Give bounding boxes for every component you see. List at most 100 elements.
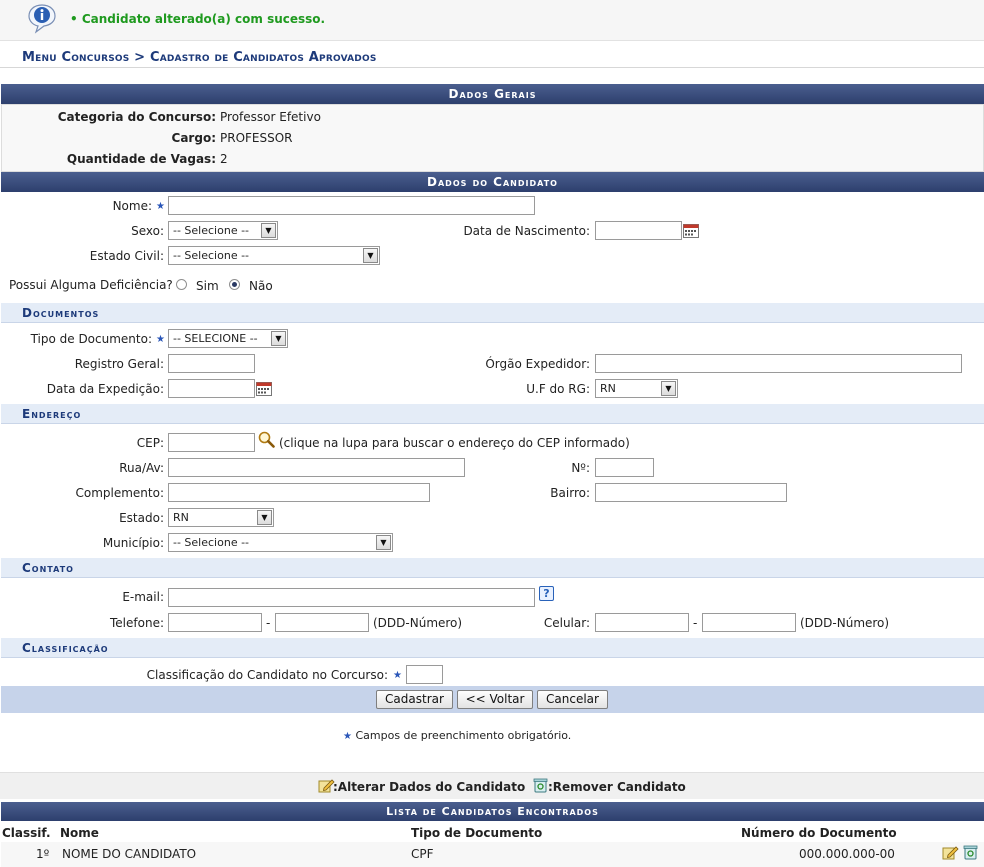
vagas-value: 2 bbox=[220, 152, 228, 166]
help-icon[interactable]: ? bbox=[539, 586, 554, 601]
section-header-dados-gerais: Dados Gerais bbox=[1, 84, 984, 104]
numero-input[interactable] bbox=[595, 458, 654, 477]
required-star-icon: ★ bbox=[156, 334, 165, 345]
cadastrar-button[interactable]: Cadastrar bbox=[376, 690, 453, 709]
telefone-numero-input[interactable] bbox=[275, 613, 369, 632]
tipo-documento-select[interactable]: -- SELECIONE -- ▼ bbox=[168, 329, 288, 348]
legend-remover: :Remover Candidato bbox=[548, 780, 686, 794]
deficiencia-sim-radio[interactable] bbox=[176, 279, 187, 290]
numero-label: Nº: bbox=[571, 461, 590, 475]
rua-label: Rua/Av: bbox=[119, 461, 164, 475]
chevron-down-icon: ▼ bbox=[261, 223, 276, 238]
breadcrumb: Menu Concursos > Cadastro de Candidatos … bbox=[22, 50, 377, 65]
chevron-down-icon: ▼ bbox=[363, 248, 378, 263]
classificacao-input[interactable] bbox=[406, 665, 443, 684]
trash-icon[interactable] bbox=[963, 844, 978, 860]
chevron-down-icon: ▼ bbox=[257, 510, 272, 525]
cep-input[interactable] bbox=[168, 433, 255, 452]
rua-input[interactable] bbox=[168, 458, 465, 477]
celular-numero-input[interactable] bbox=[702, 613, 796, 632]
categoria-label: Categoria do Concurso: bbox=[57, 110, 216, 124]
chevron-down-icon: ▼ bbox=[271, 331, 286, 346]
trash-icon bbox=[533, 778, 548, 793]
required-star-icon: ★ bbox=[393, 670, 402, 681]
sexo-label: Sexo: bbox=[131, 224, 164, 238]
celular-hint: (DDD-Número) bbox=[800, 616, 890, 630]
column-header-nome: Nome bbox=[60, 826, 99, 840]
telefone-ddd-input[interactable] bbox=[168, 613, 262, 632]
complemento-label: Complemento: bbox=[75, 486, 164, 500]
cep-label: CEP: bbox=[136, 436, 164, 450]
section-header-lista: Lista de Candidatos Encontrados bbox=[1, 802, 984, 821]
celular-ddd-input[interactable] bbox=[595, 613, 689, 632]
email-label: E-mail: bbox=[122, 590, 164, 604]
calendar-icon[interactable] bbox=[256, 381, 272, 396]
vagas-label: Quantidade de Vagas: bbox=[66, 152, 216, 166]
required-star-icon: ★ bbox=[343, 731, 352, 742]
nascimento-label: Data de Nascimento: bbox=[463, 224, 590, 238]
info-icon bbox=[28, 4, 56, 34]
categoria-value: Professor Efetivo bbox=[220, 110, 321, 124]
nome-input[interactable] bbox=[168, 196, 535, 215]
bairro-label: Bairro: bbox=[550, 486, 590, 500]
rg-label: Registro Geral: bbox=[74, 357, 164, 371]
chevron-down-icon: ▼ bbox=[376, 535, 391, 550]
edit-icon[interactable] bbox=[942, 845, 959, 860]
chevron-down-icon: ▼ bbox=[661, 381, 676, 396]
section-header-dados-candidato: Dados do Candidato bbox=[1, 172, 984, 192]
column-header-tipo: Tipo de Documento bbox=[411, 826, 543, 840]
cancelar-button[interactable]: Cancelar bbox=[537, 690, 608, 709]
complemento-input[interactable] bbox=[168, 483, 430, 502]
data-expedicao-label: Data da Expedição: bbox=[46, 382, 164, 396]
nome-label: Nome: bbox=[112, 199, 152, 213]
calendar-icon[interactable] bbox=[683, 223, 699, 238]
uf-rg-select[interactable]: RN ▼ bbox=[595, 379, 678, 398]
tipo-documento-label: Tipo de Documento: bbox=[30, 332, 152, 346]
sexo-select[interactable]: -- Selecione -- ▼ bbox=[168, 221, 278, 240]
bairro-input[interactable] bbox=[595, 483, 787, 502]
nascimento-input[interactable] bbox=[595, 221, 682, 240]
municipio-label: Município: bbox=[102, 536, 164, 550]
deficiencia-nao-radio[interactable] bbox=[229, 279, 240, 290]
celular-label: Celular: bbox=[543, 616, 590, 630]
telefone-label: Telefone: bbox=[110, 616, 164, 630]
estado-select[interactable]: RN ▼ bbox=[168, 508, 274, 527]
row-nome: NOME DO CANDIDATO bbox=[62, 847, 197, 861]
municipio-select[interactable]: -- Selecione -- ▼ bbox=[168, 533, 393, 552]
breadcrumb-divider bbox=[0, 67, 984, 68]
cargo-label: Cargo: bbox=[171, 131, 216, 145]
telefone-dash: - bbox=[266, 616, 271, 630]
uf-rg-label: U.F do RG: bbox=[526, 382, 590, 396]
data-expedicao-input[interactable] bbox=[168, 379, 255, 398]
estado-civil-select[interactable]: -- Selecione -- ▼ bbox=[168, 246, 380, 265]
deficiencia-nao-label: Não bbox=[249, 279, 273, 293]
search-icon[interactable] bbox=[258, 431, 275, 448]
telefone-hint: (DDD-Número) bbox=[373, 616, 463, 630]
celular-dash: - bbox=[693, 616, 698, 630]
cargo-value: PROFESSOR bbox=[220, 131, 293, 145]
cep-hint: (clique na lupa para buscar o endereço d… bbox=[279, 436, 630, 450]
column-header-classif: Classif. bbox=[2, 826, 51, 840]
email-input[interactable] bbox=[168, 588, 535, 607]
orgao-input[interactable] bbox=[595, 354, 962, 373]
estado-label: Estado: bbox=[119, 511, 164, 525]
column-header-numero: Número do Documento bbox=[741, 826, 897, 840]
rg-input[interactable] bbox=[168, 354, 255, 373]
voltar-button[interactable]: << Voltar bbox=[457, 690, 533, 709]
section-header-classificacao: Classificação bbox=[1, 638, 984, 658]
classificacao-label: Classificação do Candidato no Corcurso: bbox=[146, 668, 388, 682]
estado-civil-label: Estado Civil: bbox=[89, 249, 164, 263]
legend-alterar: :Alterar Dados do Candidato bbox=[333, 780, 526, 794]
deficiencia-sim-label: Sim bbox=[196, 279, 219, 293]
section-header-contato: Contato bbox=[1, 558, 984, 578]
row-numero: 000.000.000-00 bbox=[799, 847, 895, 861]
required-note: ★ Campos de preenchimento obrigatório. bbox=[343, 729, 572, 742]
section-header-documentos: Documentos bbox=[1, 303, 984, 323]
row-tipo: CPF bbox=[411, 847, 434, 861]
orgao-label: Órgão Expedidor: bbox=[485, 357, 590, 371]
section-header-endereco: Endereço bbox=[1, 404, 984, 424]
deficiencia-label: Possui Alguma Deficiência? bbox=[9, 278, 173, 292]
required-star-icon: ★ bbox=[156, 201, 165, 212]
row-classif: 1º bbox=[36, 847, 50, 861]
success-message: • Candidato alterado(a) com sucesso. bbox=[70, 12, 326, 26]
